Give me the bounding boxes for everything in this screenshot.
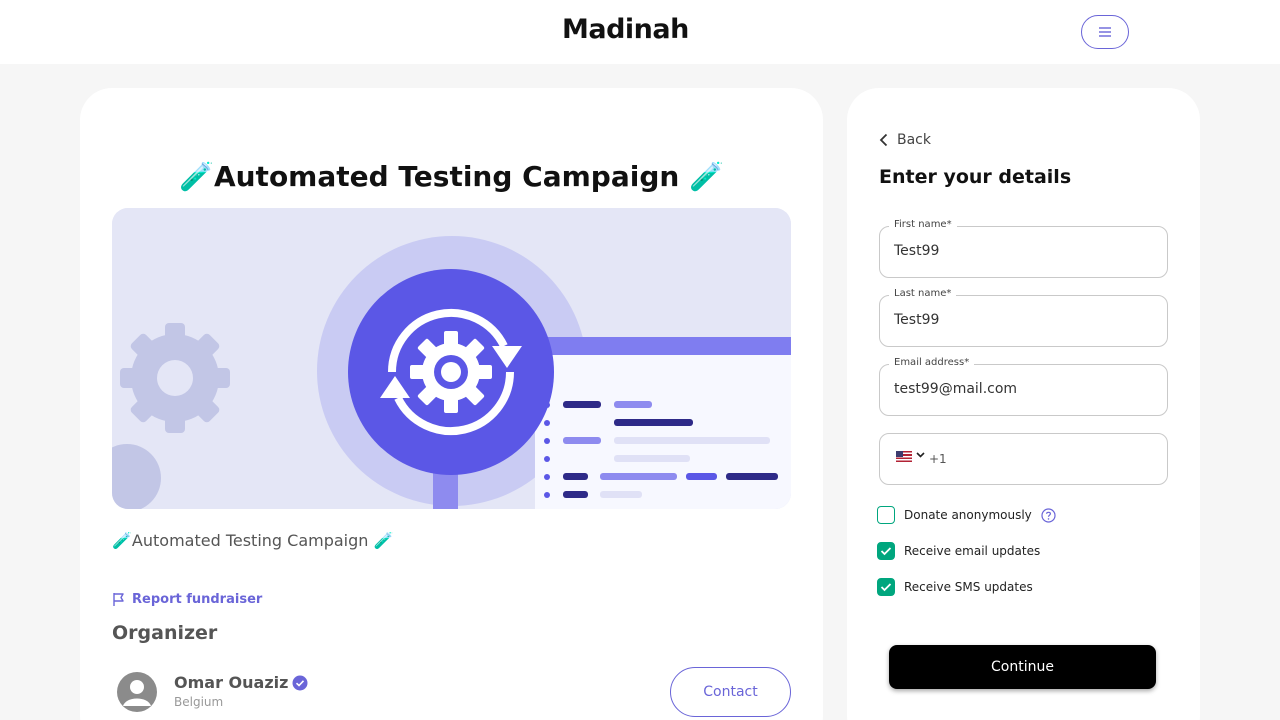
campaign-card: 🧪Automated Testing Campaign 🧪 🧪Automated… [80,88,823,720]
verified-badge-icon [292,675,308,690]
organizer-heading: Organizer [112,622,218,644]
help-icon[interactable] [1041,507,1056,523]
check-icon [880,547,892,556]
email-label: Email address* [889,357,975,368]
last-name-field[interactable]: Last name* Test99 [879,288,1168,347]
organizer-avatar [117,672,157,712]
last-name-label: Last name* [889,288,957,299]
email-field[interactable]: Email address* test99@mail.com [879,357,1168,416]
campaign-subtitle: 🧪Automated Testing Campaign 🧪 [112,531,394,550]
organizer-country: Belgium [174,695,224,709]
sms-updates-option[interactable]: Receive SMS updates [877,578,1033,596]
organizer-name: Omar Ouaziz [174,673,308,692]
menu-button[interactable] [1081,15,1129,49]
donor-details-card: Back Enter your details First name* Test… [847,88,1200,720]
back-link[interactable]: Back [879,132,931,148]
sms-updates-checkbox[interactable] [877,578,895,596]
us-flag-icon[interactable] [896,451,912,462]
test-tube-icon: 🧪 [179,160,214,193]
chevron-left-icon [879,133,888,147]
check-icon [880,583,892,592]
user-icon [123,680,151,706]
contact-button[interactable]: Contact [670,667,791,717]
madinah-logo[interactable]: Madinah [562,14,689,45]
campaign-title: 🧪Automated Testing Campaign 🧪 [179,160,724,193]
donate-anonymously-option[interactable]: Donate anonymously [877,506,1056,524]
automation-illustration [112,208,791,509]
top-navbar: Madinah [0,0,1280,64]
report-fundraiser-link[interactable]: Report fundraiser [112,592,262,607]
email-updates-option[interactable]: Receive email updates [877,542,1040,560]
email-updates-checkbox[interactable] [877,542,895,560]
last-name-value[interactable]: Test99 [894,312,939,328]
first-name-value[interactable]: Test99 [894,243,939,259]
hamburger-menu-icon [1099,27,1111,37]
first-name-label: First name* [889,219,957,230]
donate-anonymously-checkbox[interactable] [877,506,895,524]
campaign-hero-image [112,208,791,509]
email-value[interactable]: test99@mail.com [894,381,1017,397]
first-name-field[interactable]: First name* Test99 [879,219,1168,278]
flag-icon [113,593,124,606]
form-title: Enter your details [879,166,1072,188]
continue-button[interactable]: Continue [889,645,1156,689]
chevron-down-icon[interactable] [916,452,925,458]
test-tube-icon: 🧪 [689,160,724,193]
phone-country-code: +1 [929,452,947,466]
phone-field[interactable]: +1 [879,433,1168,485]
